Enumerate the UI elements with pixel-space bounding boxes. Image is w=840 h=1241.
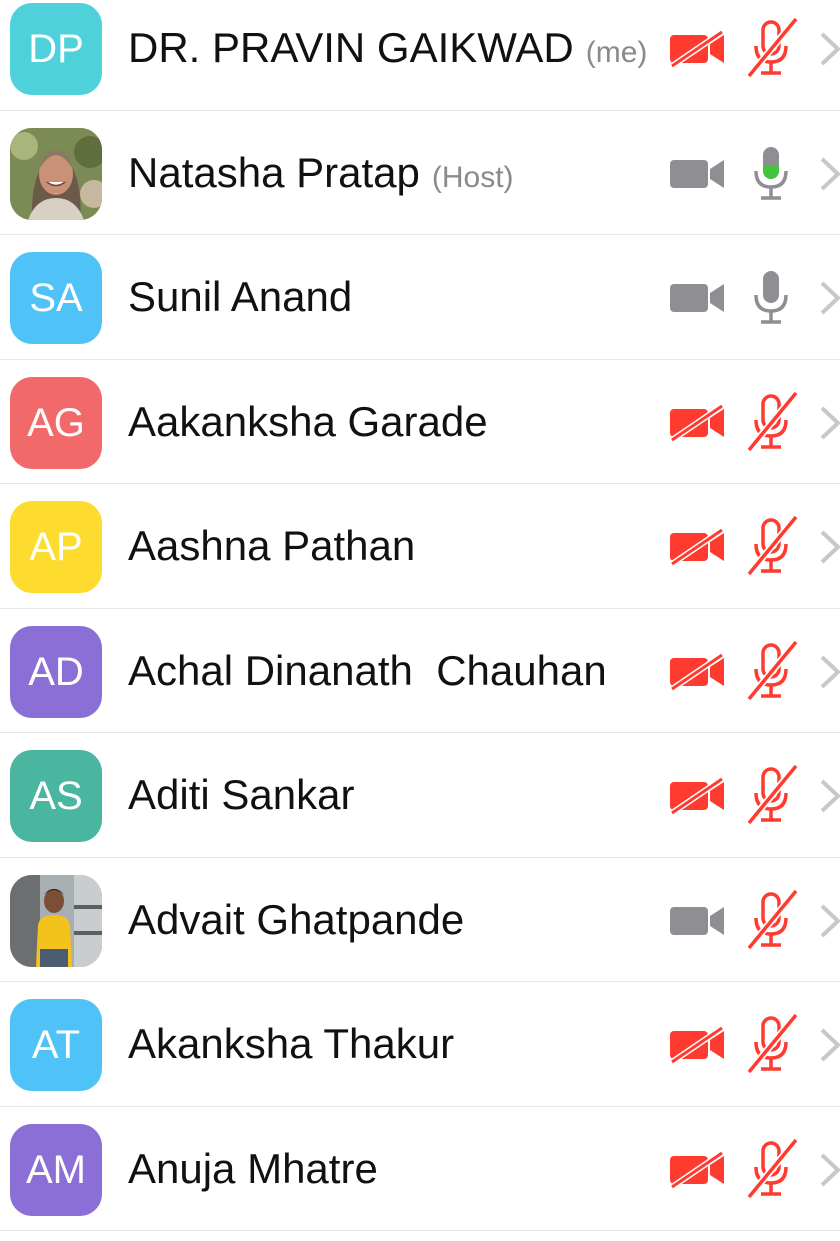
participant-row[interactable]: AM Anuja Mhatre: [0, 1107, 840, 1231]
participant-name: Anuja Mhatre: [128, 1144, 378, 1192]
participant-name: Advait Ghatpande: [128, 895, 465, 943]
avatar: SA: [10, 252, 102, 344]
participant-name: Akanksha Thakur: [128, 1020, 455, 1067]
chevron-right-icon[interactable]: [818, 155, 840, 193]
avatar: AS: [10, 750, 102, 842]
participant-name-group: Anuja Mhatre: [128, 1107, 378, 1231]
participant-row[interactable]: DP DR. PRAVIN GAIKWAD (me): [0, 0, 840, 111]
avatar: AD: [10, 625, 102, 718]
mic-on-icon: [754, 271, 788, 324]
avatar-photo: [10, 127, 102, 220]
participant-name: Sunil Anand: [128, 273, 353, 320]
participant-name: Aakanksha Garade: [128, 397, 488, 445]
video-off-icon: [670, 528, 724, 566]
mic-muted-icon: [746, 390, 799, 452]
avatar: AM: [10, 1123, 102, 1216]
video-off-icon: [670, 652, 724, 691]
chevron-right-icon[interactable]: [818, 777, 840, 815]
participant-name: Aashna Pathan: [128, 522, 416, 569]
participant-row[interactable]: AG Aakanksha Garade: [0, 360, 840, 484]
mic-muted-icon: [746, 514, 799, 577]
participant-name: Achal Dinanath Chauhan: [128, 646, 607, 694]
participant-name: Natasha Pratap: [128, 148, 420, 196]
participant-row[interactable]: Advait Ghatpande: [0, 858, 840, 982]
participant-tag: (me): [585, 36, 648, 69]
mic-active-icon: [754, 146, 788, 200]
video-on-icon: [670, 284, 724, 312]
participant-tag: (Host): [431, 160, 514, 194]
participant-name-group: Akanksha Thakur: [128, 982, 454, 1106]
avatar: AT: [10, 999, 102, 1091]
participant-row[interactable]: AT Akanksha Thakur: [0, 982, 840, 1107]
chevron-right-icon[interactable]: [818, 279, 840, 317]
chevron-right-icon[interactable]: [818, 653, 840, 691]
participant-name-group: DR. PRAVIN GAIKWAD (me): [128, 0, 647, 110]
mic-muted-icon: [746, 16, 799, 79]
participant-name-group: Sunil Anand: [128, 235, 352, 359]
video-on-icon: [670, 906, 724, 935]
participant-row[interactable]: AP Aashna Pathan: [0, 484, 840, 609]
avatar: AG: [10, 376, 102, 469]
participant-row[interactable]: AD Achal Dinanath Chauhan: [0, 609, 840, 733]
video-off-icon: [670, 777, 724, 815]
chevron-right-icon[interactable]: [818, 1151, 840, 1189]
avatar: [10, 874, 102, 967]
video-off-icon: [670, 1026, 724, 1064]
avatar: [10, 127, 102, 220]
avatar: DP: [10, 3, 102, 95]
participant-name-group: Advait Ghatpande: [128, 858, 464, 982]
mic-muted-icon: [746, 1012, 799, 1075]
participant-name-group: Achal Dinanath Chauhan: [128, 609, 607, 733]
chevron-right-icon[interactable]: [818, 30, 840, 68]
chevron-right-icon[interactable]: [818, 404, 840, 442]
participant-row[interactable]: Natasha Pratap (Host): [0, 111, 840, 235]
mic-muted-icon: [746, 639, 799, 701]
participant-name-group: Aditi Sankar: [128, 733, 354, 857]
avatar: AP: [10, 501, 102, 593]
video-off-icon: [670, 1150, 724, 1189]
participant-name-group: Aashna Pathan: [128, 484, 415, 608]
mic-muted-icon: [746, 1137, 799, 1199]
participants-list: DP DR. PRAVIN GAIKWAD (me) Natasha Prata…: [0, 0, 840, 1231]
mic-muted-icon: [746, 763, 799, 826]
participant-name-group: Natasha Pratap (Host): [128, 111, 514, 235]
video-on-icon: [670, 159, 724, 188]
chevron-right-icon[interactable]: [818, 1026, 840, 1064]
participant-row[interactable]: SA Sunil Anand: [0, 235, 840, 360]
chevron-right-icon[interactable]: [818, 528, 840, 566]
video-off-icon: [670, 403, 724, 442]
avatar-photo: [10, 874, 102, 967]
chevron-right-icon[interactable]: [818, 902, 840, 940]
participant-name: DR. PRAVIN GAIKWAD: [128, 24, 574, 71]
participant-row[interactable]: AS Aditi Sankar: [0, 733, 840, 858]
video-off-icon: [670, 30, 724, 68]
participant-name-group: Aakanksha Garade: [128, 360, 488, 484]
participant-name: Aditi Sankar: [128, 771, 355, 818]
mic-muted-icon: [746, 888, 799, 950]
